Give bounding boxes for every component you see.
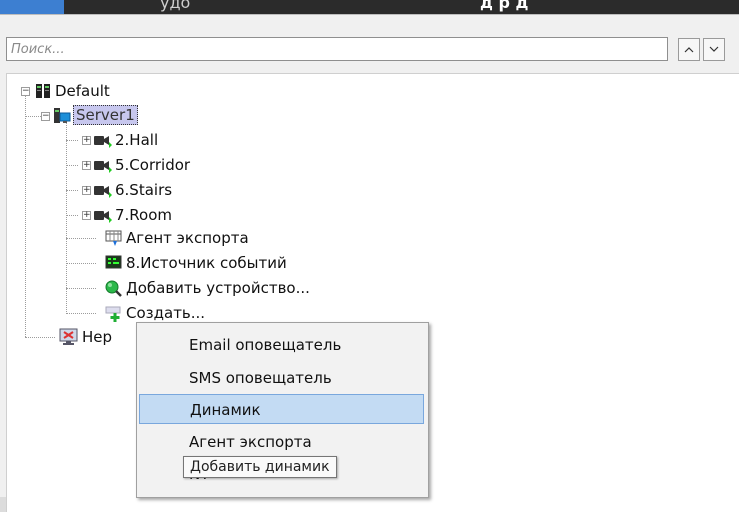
tooltip: Добавить динамик xyxy=(183,456,337,478)
search-prev-button[interactable] xyxy=(678,38,700,61)
camera-icon xyxy=(94,161,112,173)
event-source-icon xyxy=(105,255,122,269)
expand-icon[interactable]: + xyxy=(82,211,91,220)
menu-item-sms-notifier[interactable]: SMS оповещатель xyxy=(139,363,424,393)
tree-label: 8.Источник событий xyxy=(126,254,287,272)
tree-label: Агент экспорта xyxy=(126,229,249,247)
tree-label: 5.Corridor xyxy=(115,156,191,174)
menu-item-export-agent[interactable]: Агент экспорта xyxy=(139,427,424,457)
menu-item-speaker[interactable]: Динамик xyxy=(139,394,424,424)
tree-label: Default xyxy=(55,82,110,100)
add-icon xyxy=(105,306,121,322)
tree-label: Создать... xyxy=(126,304,206,322)
tree-label-selected: Server1 xyxy=(73,105,138,125)
camera-icon xyxy=(94,136,112,148)
magnifier-icon xyxy=(105,280,122,297)
expand-icon[interactable]: + xyxy=(82,136,91,145)
tree-label: 6.Stairs xyxy=(115,181,173,199)
tree-node-camera[interactable]: + 7.Room xyxy=(7,204,227,226)
tree-node-camera[interactable]: + 6.Stairs xyxy=(7,179,227,201)
collapse-icon[interactable]: − xyxy=(41,112,50,121)
expand-icon[interactable]: + xyxy=(82,161,91,170)
monitor-icon xyxy=(59,328,78,345)
title-strip-accent xyxy=(0,0,64,14)
title-strip-text-left: удо xyxy=(160,0,191,12)
tree-node-create[interactable]: Создать... xyxy=(7,302,257,324)
tree-label: 7.Room xyxy=(115,206,173,224)
tree-label: Нер xyxy=(82,328,113,346)
camera-icon xyxy=(94,211,112,223)
chevron-down-icon xyxy=(709,46,719,52)
tree-node-server1[interactable]: − Server1 xyxy=(7,104,207,126)
menu-item-email-notifier[interactable]: Email оповещатель xyxy=(139,330,424,360)
server-group-icon xyxy=(36,84,50,98)
server-icon xyxy=(54,108,71,123)
search-next-button[interactable] xyxy=(703,38,725,61)
search-input[interactable] xyxy=(6,37,668,61)
tree-node-event-source[interactable]: 8.Источник событий xyxy=(7,252,307,274)
camera-icon xyxy=(94,186,112,198)
tree-node-add-device[interactable]: Добавить устройство... xyxy=(7,277,357,299)
tree-label: Добавить устройство... xyxy=(126,279,310,297)
chevron-up-icon xyxy=(684,47,694,53)
tree-node-camera[interactable]: + 2.Hall xyxy=(7,129,227,151)
expand-icon[interactable]: + xyxy=(82,186,91,195)
title-strip: удо д р д xyxy=(0,0,739,14)
export-agent-icon xyxy=(105,230,122,246)
tree-node-camera[interactable]: + 5.Corridor xyxy=(7,154,227,176)
tree-node-export-agent[interactable]: Агент экспорта xyxy=(7,227,307,249)
tree-node-default[interactable]: − Default xyxy=(7,80,207,102)
tree-node-unassigned[interactable]: Нер xyxy=(7,326,137,348)
title-strip-text-right: д р д xyxy=(480,0,529,12)
collapse-icon[interactable]: − xyxy=(21,87,30,96)
tree-label: 2.Hall xyxy=(115,131,159,149)
